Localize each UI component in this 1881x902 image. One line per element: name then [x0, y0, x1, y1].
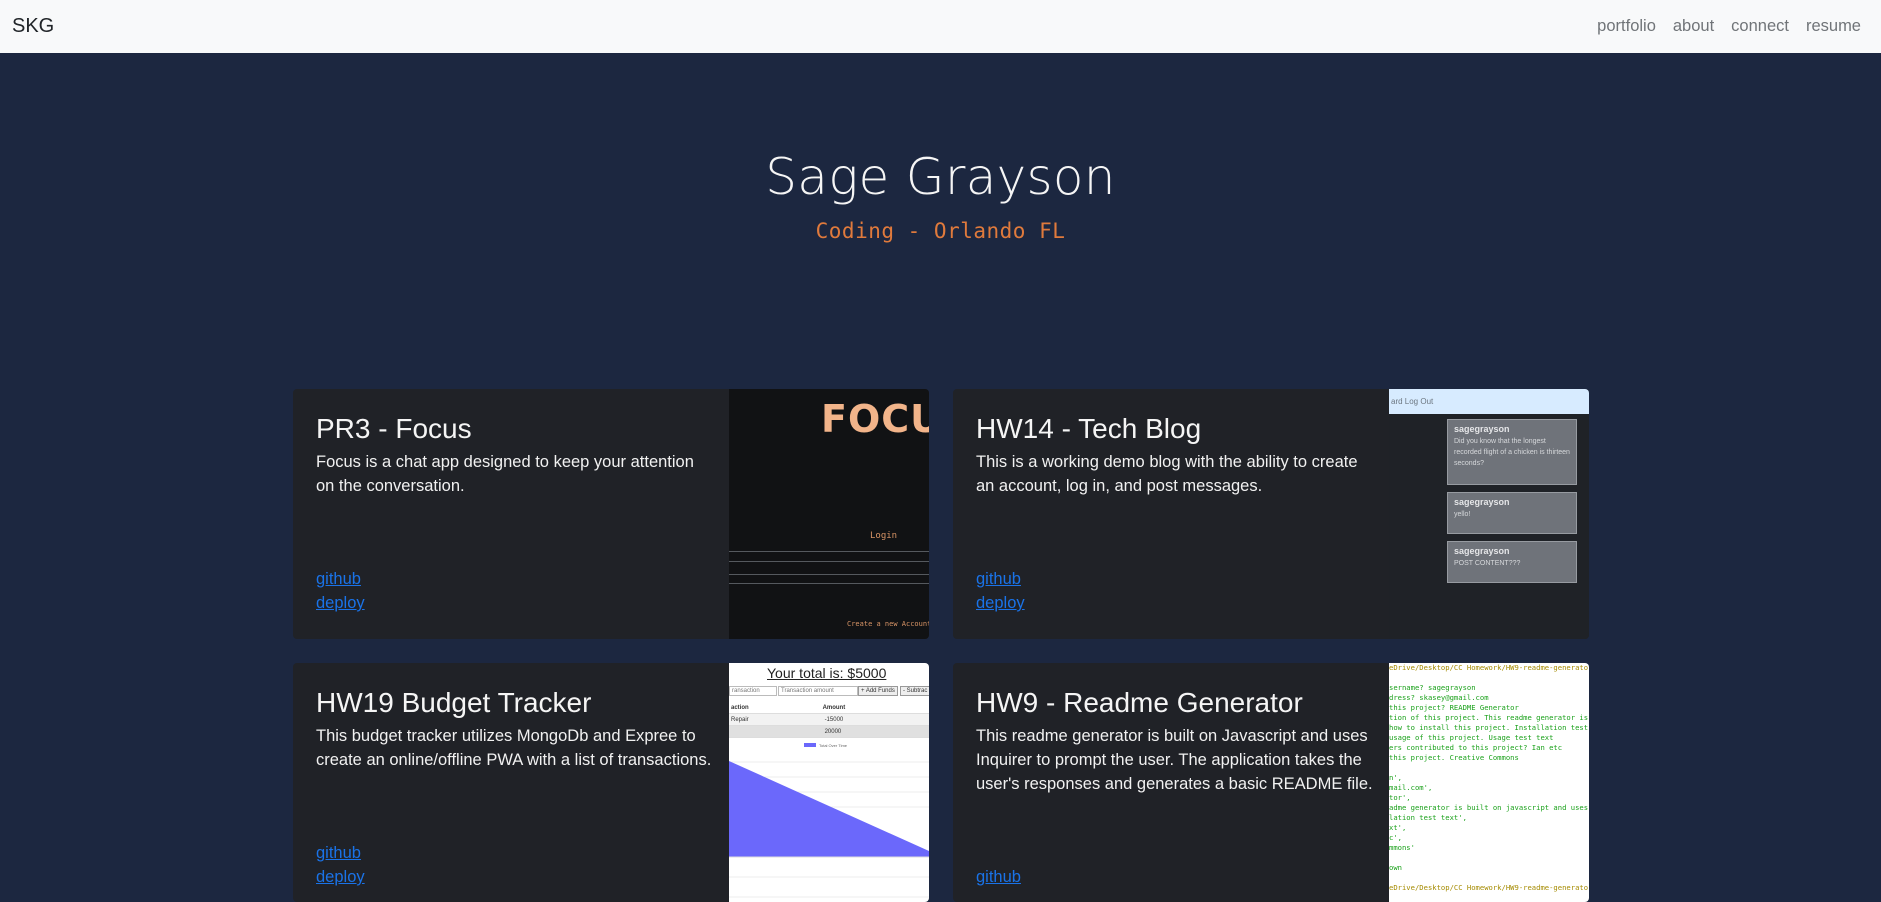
thumb-transactions-table: action Amount Repair -15000 20000	[729, 702, 929, 738]
thumb-cell: Repair	[729, 713, 823, 726]
project-card-tech-blog: HW14 - Tech Blog This is a working demo …	[953, 389, 1589, 639]
github-link[interactable]: github	[316, 567, 365, 591]
deploy-link[interactable]: deploy	[976, 591, 1025, 615]
nav-link-resume[interactable]: resume	[1797, 17, 1869, 36]
card-description: This budget tracker utilizes MongoDb and…	[316, 727, 712, 769]
card-title: PR3 - Focus	[316, 413, 472, 444]
thumb-terminal-line: dress? skasey@gmail.com	[1389, 693, 1489, 702]
thumb-create-account-text: Create a new Account	[847, 620, 929, 628]
card-body: HW19 Budget Tracker This budget tracker …	[316, 687, 716, 772]
hero-name: Sage Grayson	[765, 148, 1116, 206]
thumb-terminal-line: how to install this project. Installatio…	[1389, 723, 1589, 732]
thumb-legend-swatch	[804, 743, 816, 747]
card-description: This is a working demo blog with the abi…	[976, 453, 1358, 495]
thumb-terminal-line: tion of this project. This readme genera…	[1389, 713, 1589, 722]
thumb-post-user: sagegrayson	[1454, 546, 1510, 556]
thumb-terminal-line: usage of this project. Usage test text	[1389, 733, 1554, 742]
thumb-terminal-line: tor',	[1389, 793, 1411, 802]
project-screenshot: ard Log Out sagegrayson Did you know tha…	[1389, 389, 1589, 639]
thumb-cell: -15000	[822, 713, 929, 726]
card-links: github deploy	[316, 841, 365, 889]
card-description: Focus is a chat app designed to keep you…	[316, 453, 694, 495]
thumb-post: sagegrayson Did you know that the longes…	[1447, 419, 1577, 485]
thumb-topbar: ard Log Out	[1389, 389, 1589, 414]
thumb-divider	[729, 583, 929, 584]
project-screenshot: Your total is: $5000 ransaction Transact…	[729, 663, 929, 902]
thumb-terminal-line	[1389, 673, 1589, 683]
thumb-post-text: yello!	[1454, 511, 1471, 518]
github-link[interactable]: github	[316, 841, 365, 865]
thumb-col-amount: Amount	[822, 702, 929, 714]
card-body: HW14 - Tech Blog This is a working demo …	[976, 413, 1376, 498]
thumb-divider	[729, 561, 929, 562]
nav-link-connect[interactable]: connect	[1723, 17, 1798, 36]
thumb-post: sagegrayson POST CONTENT???	[1447, 541, 1577, 583]
thumb-cell: 20000	[822, 725, 929, 738]
thumb-terminal-line	[1389, 853, 1589, 863]
thumb-name-input: ransaction	[729, 686, 777, 696]
thumb-post-text: Did you know that the longest recorded f…	[1454, 438, 1570, 467]
project-screenshot: eDrive/Desktop/CC Homework/HW9-readme-ge…	[1389, 663, 1589, 902]
thumb-login-text: Login	[870, 531, 898, 541]
thumb-post: sagegrayson yello!	[1447, 492, 1577, 534]
thumb-terminal-line: this project? README Generator	[1389, 703, 1519, 712]
nav-link-about[interactable]: about	[1664, 17, 1722, 36]
focus-logo-text: FOCUS	[821, 397, 929, 441]
thumb-post-user: sagegrayson	[1454, 497, 1510, 507]
card-title: HW14 - Tech Blog	[976, 413, 1202, 444]
thumb-add-funds-button: + Add Funds	[858, 686, 898, 696]
thumb-legend-text: Total Over Time	[819, 743, 848, 748]
thumb-terminal-line: c',	[1389, 833, 1402, 842]
project-card-readme-generator: HW9 - Readme Generator This readme gener…	[953, 663, 1589, 902]
card-body: HW9 - Readme Generator This readme gener…	[976, 687, 1376, 796]
thumb-terminal-line: eDrive/Desktop/CC Homework/HW9-readme-ge…	[1389, 883, 1589, 892]
thumb-terminal-line: xt',	[1389, 823, 1407, 832]
thumb-subtract-button: - Subtrac	[900, 686, 929, 696]
deploy-link[interactable]: deploy	[316, 591, 365, 615]
thumb-terminal-line: eDrive/Desktop/CC Homework/HW9-readme-ge…	[1389, 663, 1589, 672]
thumb-terminal-line: this project. Creative Commons	[1389, 753, 1519, 762]
thumb-post-text: POST CONTENT???	[1454, 560, 1521, 567]
thumb-amount-input: Transaction amount	[778, 686, 858, 696]
card-links: github deploy	[976, 567, 1025, 615]
thumb-inputs: ransaction Transaction amount + Add Fund…	[729, 686, 929, 696]
thumb-col-transaction: action	[729, 702, 823, 714]
thumb-chart-area	[729, 761, 929, 857]
nav-links: portfolio about connect resume	[1589, 17, 1869, 36]
card-title: HW9 - Readme Generator	[976, 687, 1303, 718]
thumb-terminal-line: adme generator is built on javascript an…	[1389, 803, 1589, 812]
card-links: github	[976, 865, 1021, 889]
thumb-divider	[729, 574, 929, 575]
github-link[interactable]: github	[976, 865, 1021, 889]
hero-subtitle: Coding - Orlando FL	[815, 219, 1066, 243]
thumb-terminal-line	[1389, 763, 1589, 773]
brand-logo[interactable]: SKG	[12, 15, 54, 38]
project-card-focus: PR3 - Focus Focus is a chat app designed…	[293, 389, 929, 639]
deploy-link[interactable]: deploy	[316, 865, 365, 889]
card-links: github deploy	[316, 567, 365, 615]
thumb-terminal-line: lation test text',	[1389, 813, 1467, 822]
nav-link-portfolio[interactable]: portfolio	[1589, 17, 1665, 36]
thumb-terminal-line: mmons'	[1389, 843, 1415, 852]
card-body: PR3 - Focus Focus is a chat app designed…	[316, 413, 716, 498]
thumb-terminal-line: n',	[1389, 773, 1402, 782]
thumb-terminal-line: sername? sagegrayson	[1389, 683, 1476, 692]
thumb-terminal-line: own	[1389, 863, 1402, 872]
thumb-chart: Total Over Time	[729, 743, 929, 898]
thumb-total-text: Your total is: $5000	[767, 665, 887, 681]
github-link[interactable]: github	[976, 567, 1025, 591]
project-screenshot: FOCUS Login Create a new Account	[729, 389, 929, 639]
thumb-cell	[729, 725, 823, 738]
thumb-divider	[729, 551, 929, 552]
card-title: HW19 Budget Tracker	[316, 687, 592, 718]
navbar: SKG portfolio about connect resume	[0, 0, 1881, 53]
thumb-terminal-line: ers contributed to this project? Ian etc	[1389, 743, 1563, 752]
thumb-post-user: sagegrayson	[1454, 424, 1510, 434]
project-card-budget-tracker: HW19 Budget Tracker This budget tracker …	[293, 663, 929, 902]
thumb-terminal-line: mail.com',	[1389, 783, 1433, 792]
thumb-terminal-line	[1389, 873, 1589, 883]
card-description: This readme generator is built on Javasc…	[976, 727, 1373, 793]
